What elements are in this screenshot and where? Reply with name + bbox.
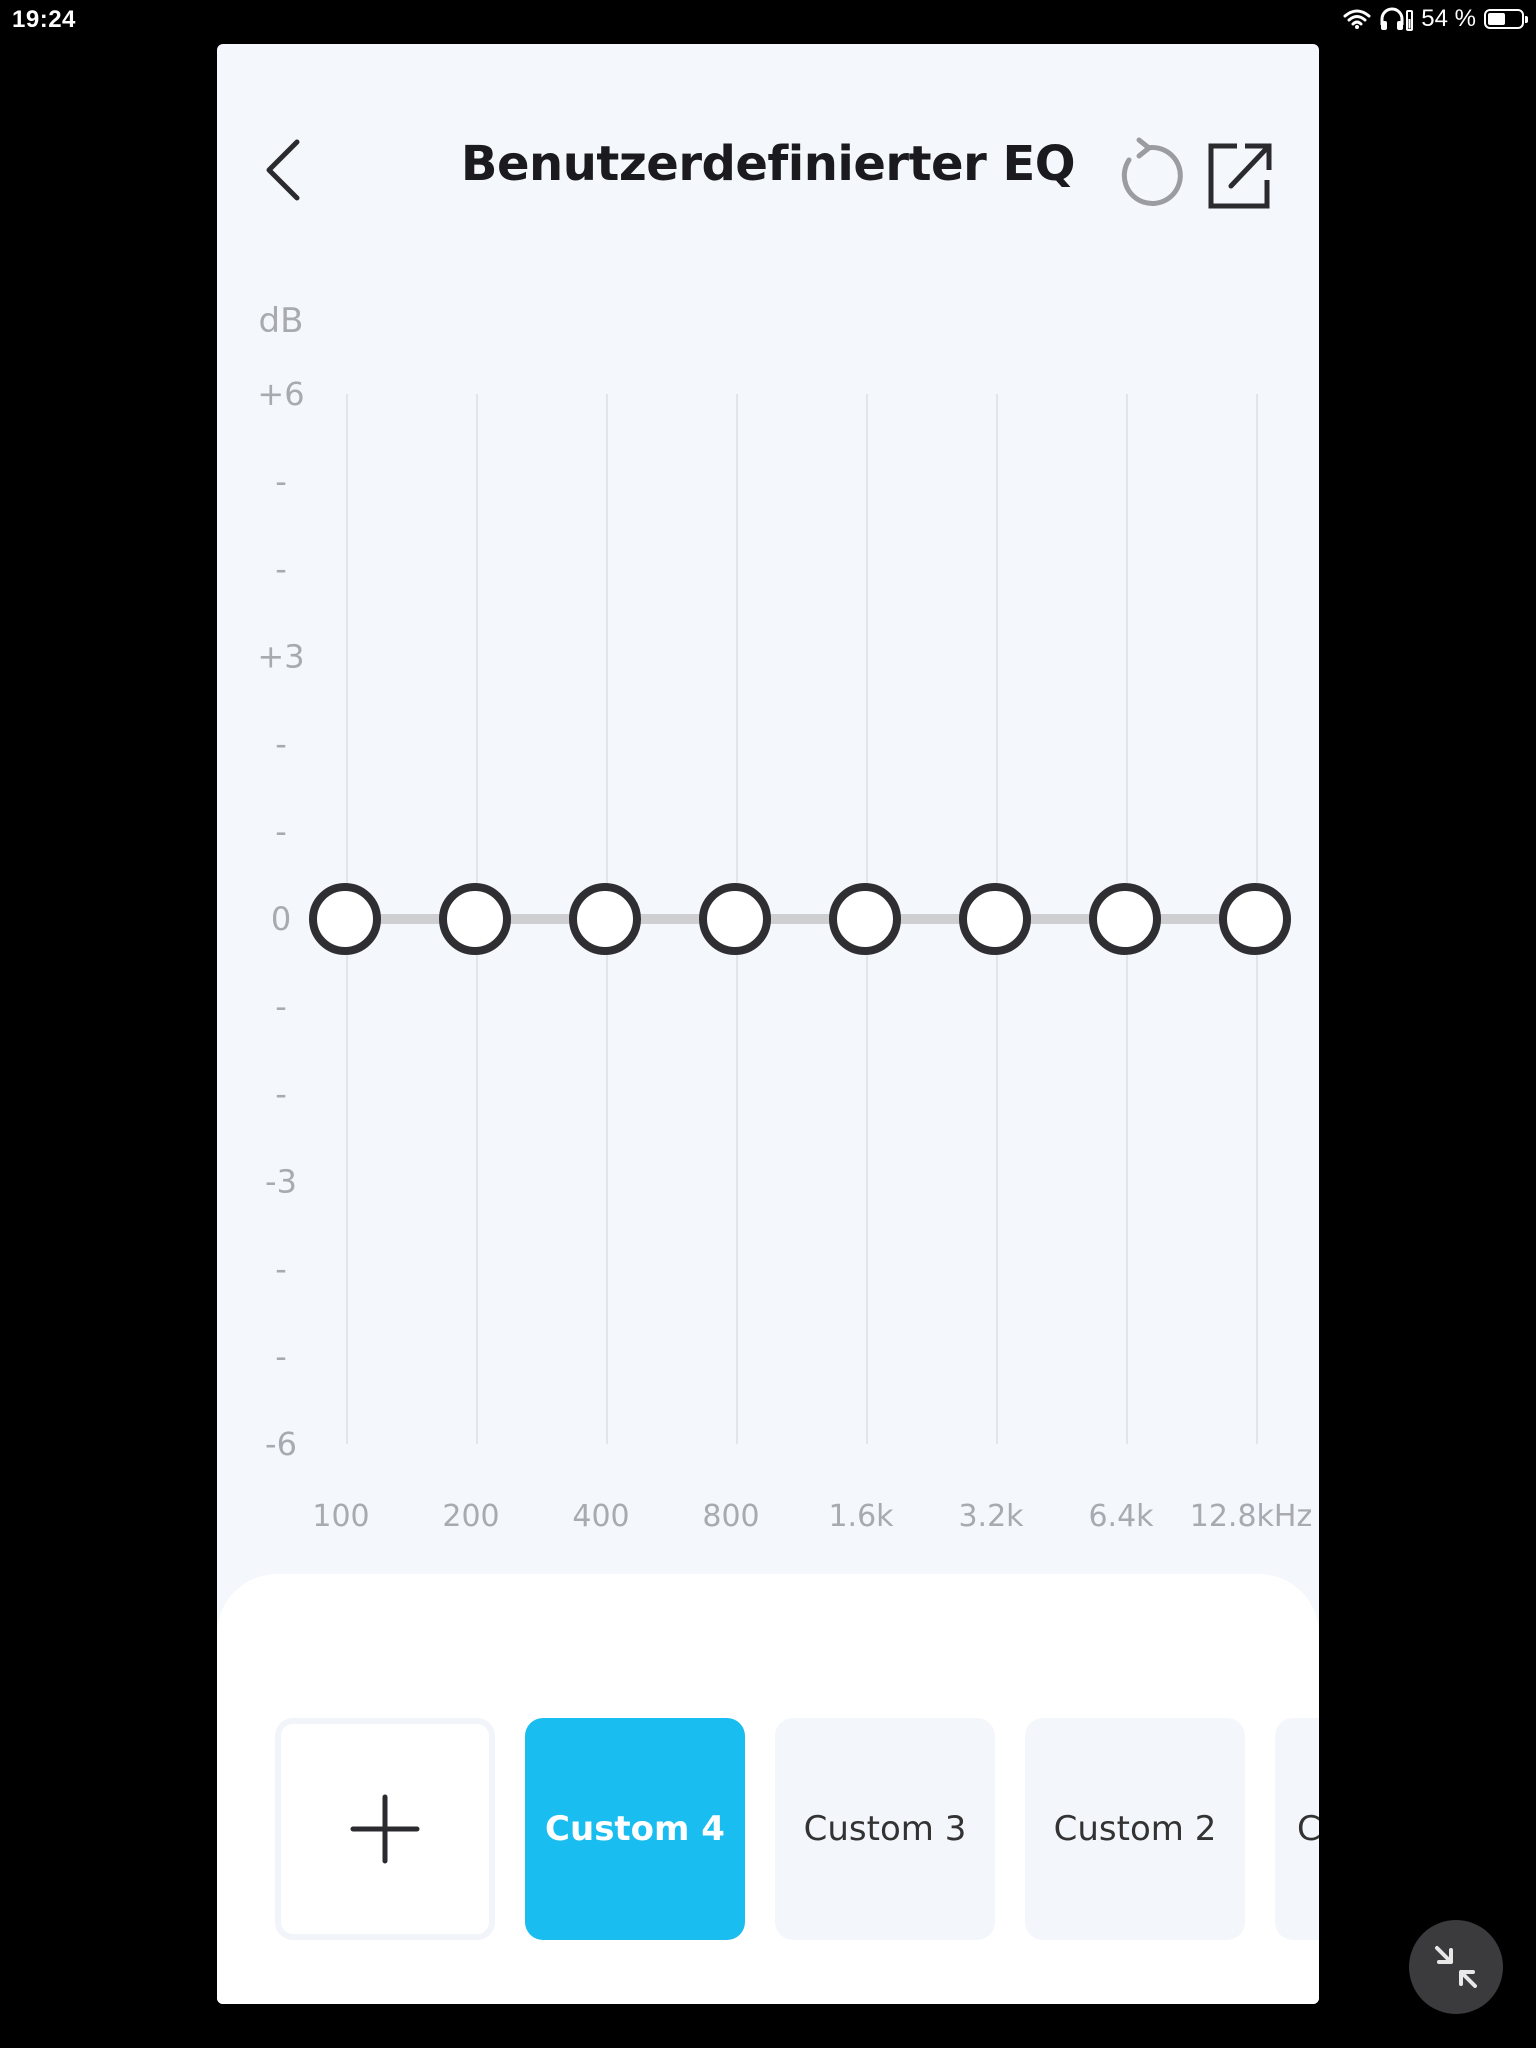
preset-label: Custom 3 — [803, 1809, 967, 1849]
status-bar: 19:24 54 % — [0, 0, 1536, 40]
header: Benutzerdefinierter EQ — [217, 44, 1319, 244]
band-label: 1.6k — [828, 1499, 894, 1534]
y-axis-label: -6 — [265, 1425, 297, 1463]
preset-label: C — [1297, 1809, 1319, 1849]
band-knob[interactable] — [569, 883, 641, 955]
band-label: 800 — [702, 1499, 759, 1534]
battery-icon — [1484, 9, 1528, 29]
y-axis-label: - — [275, 463, 287, 501]
band-label: 6.4k — [1088, 1499, 1154, 1534]
band-label: 400 — [572, 1499, 629, 1534]
band-label: 200 — [442, 1499, 499, 1534]
equalizer-chart: dB +6 - - +3 - - 0 - - -3 - - -6 100 200 400 800 1.6k 3.2k 6… — [257, 301, 1312, 1534]
battery-percentage: 54 % — [1421, 5, 1476, 32]
wifi-icon — [1343, 9, 1371, 29]
y-axis-label: - — [275, 550, 287, 588]
band-knob[interactable] — [309, 883, 381, 955]
band-label: 3.2k — [958, 1499, 1024, 1534]
y-axis-unit: dB — [259, 301, 304, 341]
status-indicators: 54 % — [1343, 5, 1528, 33]
y-axis-label: - — [275, 988, 287, 1026]
preset-label: Custom 2 — [1053, 1809, 1217, 1849]
collapse-button[interactable] — [1409, 1920, 1503, 2014]
battery-level — [1488, 13, 1506, 25]
band-knob[interactable] — [1219, 883, 1291, 955]
app-panel: Benutzerdefinierter EQ dB +6 - - +3 - - 0 - - -3 - -… — [217, 44, 1319, 2004]
reset-button[interactable] — [1107, 136, 1187, 216]
y-axis-label: +6 — [257, 375, 304, 413]
headphones-icon — [1380, 7, 1414, 31]
preset-list: Custom 4 Custom 3 Custom 2 C — [275, 1718, 1319, 1940]
preset-card[interactable]: Custom 2 — [1025, 1718, 1245, 1940]
band-knob[interactable] — [829, 883, 901, 955]
y-axis-label: - — [275, 813, 287, 851]
battery-tip — [1525, 16, 1528, 23]
band-knob[interactable] — [699, 883, 771, 955]
add-preset-button[interactable] — [275, 1718, 495, 1940]
preset-card[interactable]: C — [1275, 1718, 1319, 1940]
preset-label: Custom 4 — [545, 1809, 725, 1849]
y-axis-label: 0 — [271, 900, 291, 938]
band-label: 12.8kHz — [1190, 1499, 1312, 1534]
band-knob[interactable] — [1089, 883, 1161, 955]
band-knob[interactable] — [439, 883, 511, 955]
y-axis-label: -3 — [265, 1163, 297, 1201]
y-axis-label: - — [275, 725, 287, 763]
reset-icon — [1121, 137, 1183, 206]
status-time: 19:24 — [12, 6, 76, 33]
collapse-icon — [1435, 1946, 1477, 1988]
preset-card[interactable]: Custom 3 — [775, 1718, 995, 1940]
y-axis-label: - — [275, 1250, 287, 1288]
y-axis-label: +3 — [257, 638, 304, 676]
preset-card-active[interactable]: Custom 4 — [525, 1718, 745, 1940]
y-axis-label: - — [275, 1075, 287, 1113]
y-axis-label: - — [275, 1338, 287, 1376]
export-button[interactable] — [1201, 136, 1281, 216]
band-label: 100 — [312, 1499, 369, 1534]
preset-sheet: Custom 4 Custom 3 Custom 2 C — [217, 1574, 1319, 2004]
plus-icon — [350, 1794, 420, 1864]
export-icon — [1208, 143, 1272, 209]
band-knob[interactable] — [959, 883, 1031, 955]
